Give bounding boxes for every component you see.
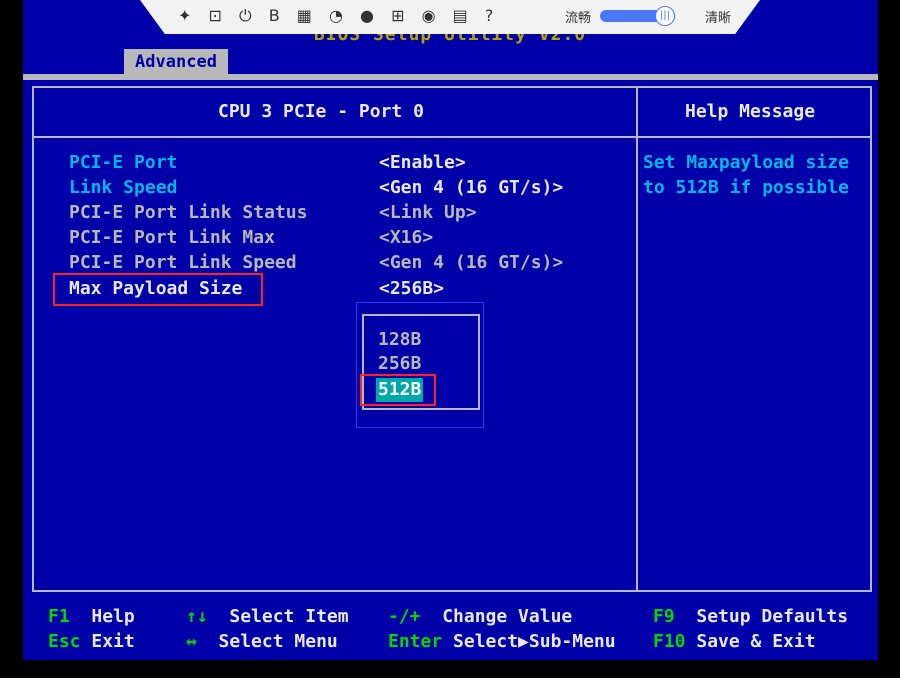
footer-help-label: Help bbox=[91, 606, 135, 627]
key-f1: F1 bbox=[48, 606, 70, 627]
footer-select-menu-label: Select Menu bbox=[218, 631, 338, 652]
setting-pcie-port-value[interactable]: <Enable> bbox=[379, 150, 466, 175]
key-plusminus: -/+ bbox=[388, 606, 421, 627]
footer-select-item-label: Select Item bbox=[229, 606, 349, 627]
setting-max-payload-size-value[interactable]: <256B> bbox=[379, 276, 444, 301]
quality-slider-handle[interactable]: ||| bbox=[655, 6, 675, 26]
footer-save-exit: F10 Save & Exit bbox=[653, 629, 816, 654]
key-f9: F9 bbox=[653, 606, 675, 627]
setting-link-max: PCI-E Port Link Max bbox=[69, 227, 275, 248]
quality-high-label: 清晰 bbox=[705, 11, 732, 26]
option-128b[interactable]: 128B bbox=[378, 328, 421, 352]
help-line-2: to 512B if possible bbox=[643, 177, 849, 198]
footer-save-exit-label: Save & Exit bbox=[696, 631, 816, 652]
footer-select-menu: ↔ Select Menu bbox=[186, 629, 338, 654]
help-line-1: Set Maxpayload size bbox=[643, 152, 849, 173]
key-leftright: ↔ bbox=[186, 631, 197, 652]
key-updown: ↑↓ bbox=[186, 606, 208, 627]
toolbar-icons[interactable]: ✦ ⊡ ⏻ B ▦ ◔ ● ⊞ ◉ ▤ ? bbox=[178, 6, 499, 26]
annotation-highlight-setting bbox=[53, 273, 263, 306]
footer-sub-menu-label: Select▶Sub-Menu bbox=[453, 631, 616, 652]
quality-low-label: 流畅 bbox=[565, 11, 592, 26]
footer-exit: Esc Exit bbox=[48, 629, 135, 654]
panel-divider bbox=[636, 86, 638, 592]
header-divider bbox=[32, 136, 872, 138]
setting-pcie-port[interactable]: PCI-E Port bbox=[69, 150, 177, 175]
footer-select-item: ↑↓ Select Item bbox=[186, 604, 349, 629]
footer-help: F1 Help bbox=[48, 604, 135, 629]
key-enter: Enter bbox=[388, 631, 443, 652]
key-esc: Esc bbox=[48, 631, 81, 652]
key-f10: F10 bbox=[653, 631, 686, 652]
footer-exit-label: Exit bbox=[91, 631, 135, 652]
tab-advanced[interactable]: Advanced bbox=[124, 49, 228, 75]
option-256b[interactable]: 256B bbox=[378, 352, 421, 376]
setting-link-speed-current: PCI-E Port Link Speed bbox=[69, 252, 297, 273]
section-title: CPU 3 PCIe - Port 0 bbox=[218, 101, 424, 122]
annotation-highlight-option bbox=[360, 374, 436, 406]
setting-link-status-value: <Link Up> bbox=[379, 202, 477, 223]
setting-link-status: PCI-E Port Link Status bbox=[69, 202, 308, 223]
setting-link-speed[interactable]: Link Speed bbox=[69, 175, 177, 200]
footer-change-value-label: Change Value bbox=[442, 606, 573, 627]
footer-setup-defaults: F9 Setup Defaults bbox=[653, 604, 848, 629]
footer-change-value: -/+ Change Value bbox=[388, 604, 572, 629]
setting-link-max-value: <X16> bbox=[379, 227, 434, 248]
footer-sub-menu: Enter Select▶Sub-Menu bbox=[388, 629, 616, 654]
footer-setup-defaults-label: Setup Defaults bbox=[696, 606, 849, 627]
setting-link-speed-current-value: <Gen 4 (16 GT/s)> bbox=[379, 252, 564, 273]
setting-link-speed-value[interactable]: <Gen 4 (16 GT/s)> bbox=[379, 175, 563, 200]
help-title: Help Message bbox=[685, 101, 816, 122]
